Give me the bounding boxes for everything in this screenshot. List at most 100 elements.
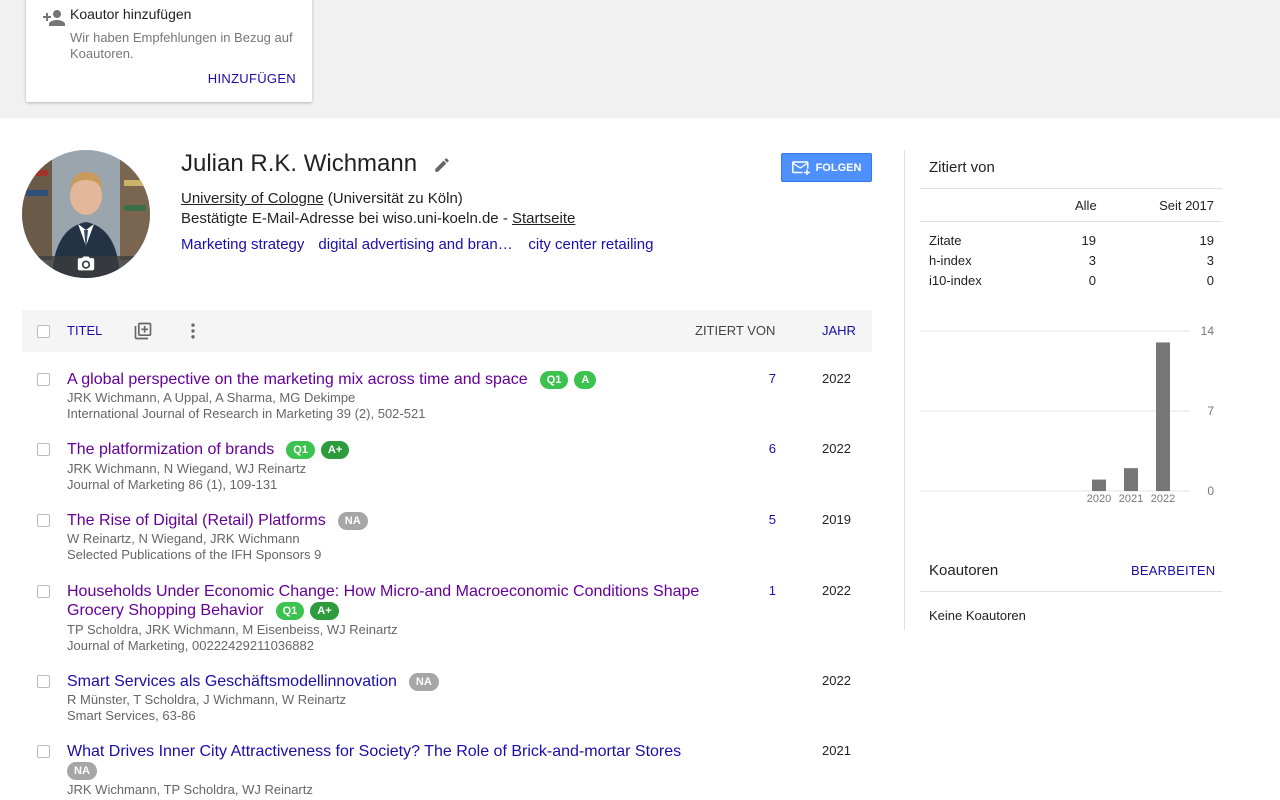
coauthors-divider: [920, 591, 1222, 592]
cited-by-count[interactable]: 1: [752, 583, 776, 598]
row-checkbox[interactable]: [37, 514, 50, 527]
quality-badge: NA: [337, 512, 368, 530]
sort-by-year[interactable]: JAHR: [822, 323, 856, 338]
publication-title[interactable]: What Drives Inner City Attractiveness fo…: [67, 743, 681, 760]
chart-bar[interactable]: [1092, 479, 1106, 491]
row-checkbox[interactable]: [37, 675, 50, 688]
quality-badge: Q1: [286, 441, 315, 459]
cited-by-header[interactable]: ZITIERT VON: [695, 323, 775, 338]
chart-y-tick-label: 14: [1201, 324, 1215, 338]
quality-badge: NA: [408, 673, 439, 691]
publication-authors: W Reinartz, N Wiegand, JRK Wichmann: [67, 531, 300, 546]
chart-y-tick-label: 7: [1207, 404, 1214, 418]
rank-badge: A+: [320, 441, 350, 459]
publication-year: 2022: [822, 583, 851, 598]
publication-venue: Journal of Marketing 86 (1), 109-131: [67, 477, 278, 492]
chart-x-tick-label: 2022: [1151, 493, 1175, 505]
publication-title-block: Smart Services als Geschäftsmodellinnova…: [67, 672, 717, 691]
camera-icon[interactable]: [76, 254, 96, 272]
stats-value-all: 0: [1088, 273, 1096, 288]
more-vert-icon[interactable]: [183, 321, 203, 341]
quality-badge: Q1: [275, 602, 305, 620]
avatar[interactable]: [22, 150, 150, 278]
cited-by-count[interactable]: 6: [752, 441, 776, 456]
add-coauthor-card: Koautor hinzufügen Wir haben Empfehlunge…: [26, 0, 312, 102]
add-coauthor-button[interactable]: HINZUFÜGEN: [208, 71, 296, 86]
chart-x-tick-label: 2021: [1119, 493, 1143, 505]
publication-venue: Smart Services, 63-86: [67, 708, 196, 723]
stats-value-since: 19: [1199, 233, 1214, 248]
publication-title-block: A global perspective on the marketing mi…: [67, 370, 717, 389]
publication-title-block: Households Under Economic Change: How Mi…: [67, 582, 717, 620]
publication-venue: Journal of Marketing, 00222429211036882: [67, 638, 314, 653]
publication-authors: R Münster, T Scholdra, J Wichmann, W Rei…: [67, 692, 347, 707]
row-checkbox[interactable]: [37, 373, 50, 386]
quality-badge: Q1: [539, 371, 569, 389]
column-divider: [904, 150, 905, 630]
publication-year: 2022: [822, 371, 851, 386]
profile-name: Julian R.K. Wichmann: [181, 150, 418, 177]
homepage-link[interactable]: Startseite: [512, 210, 575, 227]
cited-by-title: Zitiert von: [929, 159, 995, 176]
cited-by-count[interactable]: 7: [752, 371, 776, 386]
citations-per-year-chart: 0 7 14 2020 2021 2022: [920, 324, 1215, 505]
interest-link[interactable]: Marketing strategy: [181, 236, 304, 253]
stats-header: Alle Seit 2017: [920, 188, 1222, 222]
publication-venue: International Journal of Research in Mar…: [67, 406, 426, 421]
add-coauthor-description: Wir haben Empfehlungen in Bezug auf Koau…: [70, 30, 293, 61]
email-text: Bestätigte E-Mail-Adresse bei wiso.uni-k…: [181, 210, 512, 227]
select-all-checkbox[interactable]: [37, 325, 50, 338]
stats-value-all: 19: [1081, 233, 1096, 248]
interests: Marketing strategy digital advertising an…: [181, 236, 667, 253]
no-coauthors-text: Keine Koautoren: [929, 608, 1026, 623]
follow-button[interactable]: FOLGEN: [781, 153, 872, 182]
mail-follow-icon: [791, 160, 810, 175]
rank-badge: A+: [310, 602, 339, 620]
row-checkbox[interactable]: [37, 745, 50, 758]
stats-row: Zitate 19 19: [920, 230, 1222, 250]
publication-year: 2019: [822, 512, 851, 527]
stats-label[interactable]: h-index: [929, 253, 972, 268]
interest-link[interactable]: city center retailing: [528, 236, 653, 253]
rank-badge: A: [574, 371, 597, 389]
stats-value-all: 3: [1088, 253, 1096, 268]
cited-by-count[interactable]: 5: [752, 512, 776, 527]
chart-bar[interactable]: [1156, 342, 1170, 491]
quality-badge: NA: [67, 762, 97, 780]
sort-by-title[interactable]: TITEL: [67, 323, 102, 338]
stats-value-since: 0: [1206, 273, 1214, 288]
interest-link[interactable]: digital advertising and brand building: [318, 236, 514, 253]
publication-title[interactable]: A global perspective on the marketing mi…: [67, 371, 528, 388]
affiliation-rest: (Universität zu Köln): [323, 190, 463, 207]
chart-x-tick-label: 2020: [1087, 493, 1111, 505]
publication-title-block: What Drives Inner City Attractiveness fo…: [67, 742, 717, 761]
publication-title[interactable]: The platformization of brands: [67, 441, 274, 458]
affiliation-link[interactable]: University of Cologne: [181, 190, 324, 207]
publication-title-block: The platformization of brands Q1 A+: [67, 440, 717, 459]
row-checkbox[interactable]: [37, 585, 50, 598]
publication-authors: TP Scholdra, JRK Wichmann, M Eisenbeiss,…: [67, 622, 398, 637]
stats-label[interactable]: Zitate: [929, 233, 962, 248]
publication-year: 2021: [822, 743, 851, 758]
stats-value-since: 3: [1206, 253, 1214, 268]
stats-col-since: Seit 2017: [1159, 198, 1214, 213]
publication-title[interactable]: Households Under Economic Change: How Mi…: [67, 583, 699, 619]
affiliation: University of Cologne (Universität zu Kö…: [181, 190, 463, 207]
row-checkbox[interactable]: [37, 443, 50, 456]
chart-bar[interactable]: [1124, 468, 1138, 491]
publication-title[interactable]: The Rise of Digital (Retail) Platforms: [67, 512, 326, 529]
publication-year: 2022: [822, 673, 851, 688]
add-to-library-icon[interactable]: [133, 321, 153, 341]
stats-row: h-index 3 3: [920, 250, 1222, 270]
citation-stats-table: Alle Seit 2017 Zitate 19 19 h-index 3 3 …: [920, 188, 1222, 290]
pencil-edit-icon[interactable]: [433, 156, 451, 174]
edit-coauthors-button[interactable]: BEARBEITEN: [1131, 563, 1215, 578]
badge-holder: NA: [55, 762, 97, 780]
publication-title[interactable]: Smart Services als Geschäftsmodellinnova…: [67, 673, 397, 690]
follow-label: FOLGEN: [815, 161, 862, 174]
add-coauthor-title: Koautor hinzufügen: [70, 6, 192, 22]
top-band: Koautor hinzufügen Wir haben Empfehlunge…: [0, 0, 1280, 118]
chart-y-tick-label: 0: [1207, 484, 1214, 498]
stats-label[interactable]: i10-index: [929, 273, 982, 288]
person-add-icon: [43, 10, 65, 26]
